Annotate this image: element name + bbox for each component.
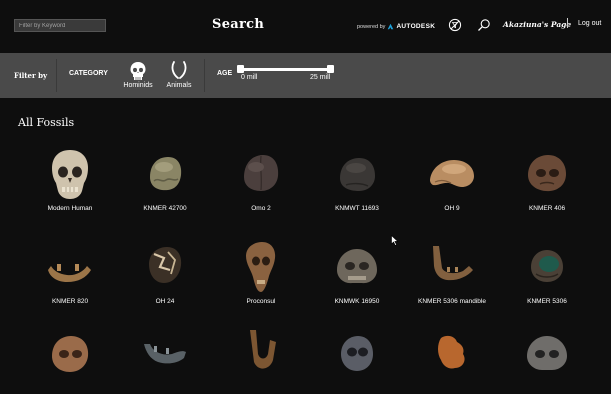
fossil-name: KNMER 5306 bbox=[527, 298, 567, 305]
powered-by-text: powered by bbox=[357, 23, 386, 30]
category-animals[interactable]: Animals bbox=[159, 61, 199, 89]
filter-off-icon[interactable] bbox=[448, 18, 462, 32]
fossil-mandible-image bbox=[144, 344, 186, 364]
user-page-link[interactable]: Akaziuna's Page bbox=[503, 20, 571, 29]
oh-9-skull-image bbox=[430, 160, 474, 187]
keyword-filter-input[interactable] bbox=[14, 19, 106, 32]
autodesk-logo-icon bbox=[388, 23, 394, 30]
oh-24-skull-image bbox=[149, 247, 182, 283]
filter-bar: Filter by CATEGORY Hominids Animals AGE … bbox=[0, 53, 611, 98]
horns-icon bbox=[171, 61, 187, 79]
category-hominids-label: Hominids bbox=[123, 82, 153, 89]
fossil-card[interactable]: KNMER 406 bbox=[507, 147, 587, 213]
fossil-name: KNMWT 11693 bbox=[335, 205, 379, 212]
fossil-skull-image bbox=[341, 336, 373, 371]
fossil-card[interactable]: KNMER 42700 bbox=[125, 147, 205, 213]
fossil-card[interactable] bbox=[412, 330, 492, 383]
fossil-card[interactable]: KNMWK 16950 bbox=[317, 240, 397, 306]
fossil-card[interactable]: KNMWT 11693 bbox=[317, 147, 397, 213]
knmer-820-mandible-image bbox=[48, 264, 91, 282]
fossil-name: KNMER 406 bbox=[528, 205, 566, 212]
age-max-handle[interactable] bbox=[327, 65, 334, 73]
filter-divider bbox=[204, 59, 205, 92]
fossil-card[interactable]: Proconsul bbox=[221, 240, 301, 306]
proconsul-skull-image bbox=[246, 242, 276, 292]
fossil-skull-image bbox=[527, 336, 567, 370]
age-range-slider[interactable] bbox=[239, 68, 332, 71]
fossil-skull-image bbox=[52, 336, 89, 372]
fossil-card[interactable] bbox=[317, 330, 397, 383]
fossil-card[interactable]: OH 24 bbox=[125, 240, 205, 306]
fossil-card[interactable]: KNMER 5306 bbox=[507, 240, 587, 306]
fossil-name: OH 24 bbox=[155, 298, 175, 305]
knmwt-11693-skull-image bbox=[340, 158, 375, 191]
fossil-card[interactable] bbox=[30, 330, 110, 383]
fossil-name: KNMWK 16950 bbox=[334, 298, 380, 305]
knmer-5306-skull-image bbox=[531, 250, 563, 282]
fossil-name: Modern Human bbox=[47, 205, 93, 212]
knmer-5306-mandible-image bbox=[433, 246, 473, 281]
fossil-card[interactable]: Omo 2 bbox=[221, 147, 301, 213]
section-title: All Fossils bbox=[18, 116, 75, 129]
filter-by-label: Filter by bbox=[14, 71, 48, 80]
top-header: Search powered by AUTODESK Akaziuna's Pa… bbox=[0, 0, 611, 53]
category-hominids[interactable]: Hominids bbox=[118, 61, 158, 89]
knmer-42700-skull-image bbox=[150, 157, 182, 191]
fossil-name: Omo 2 bbox=[251, 205, 271, 212]
fossil-card[interactable]: KNMER 5306 mandible bbox=[412, 240, 492, 306]
filter-divider bbox=[56, 59, 57, 92]
fossil-name: Proconsul bbox=[246, 298, 276, 305]
age-label: AGE bbox=[217, 70, 233, 77]
fossil-card[interactable]: KNMER 820 bbox=[30, 240, 110, 306]
brand-name: AUTODESK bbox=[396, 23, 436, 30]
fossil-card[interactable] bbox=[507, 330, 587, 383]
fossil-name: OH 9 bbox=[444, 205, 460, 212]
fossil-name: KNMER 42700 bbox=[143, 205, 187, 212]
fossil-card[interactable]: OH 9 bbox=[412, 147, 492, 213]
omo-2-skull-image bbox=[244, 155, 279, 191]
powered-by-autodesk[interactable]: powered by AUTODESK bbox=[357, 23, 435, 30]
page-title: Search bbox=[212, 17, 265, 32]
fossil-name: KNMER 5306 mandible bbox=[418, 298, 486, 305]
fossil-card[interactable]: Modern Human bbox=[30, 147, 110, 213]
fossil-mandible-image bbox=[250, 330, 276, 369]
age-max-value: 25 mill bbox=[310, 74, 331, 81]
knmwk-16950-skull-image bbox=[337, 249, 377, 284]
fossil-bone-image bbox=[438, 335, 465, 369]
fossil-card[interactable] bbox=[221, 330, 301, 383]
skull-icon bbox=[130, 62, 146, 80]
fossil-card[interactable] bbox=[125, 330, 205, 383]
category-label: CATEGORY bbox=[69, 70, 108, 77]
category-animals-label: Animals bbox=[166, 82, 192, 89]
search-icon[interactable] bbox=[477, 18, 491, 32]
header-divider bbox=[567, 18, 568, 28]
age-min-handle[interactable] bbox=[237, 65, 244, 73]
age-min-value: 0 mill bbox=[241, 74, 258, 81]
mouse-cursor-icon bbox=[391, 235, 399, 246]
fossil-name: KNMER 820 bbox=[51, 298, 89, 305]
knmer-406-skull-image bbox=[528, 155, 566, 192]
logout-link[interactable]: Log out bbox=[578, 20, 601, 27]
modern-human-skull-image bbox=[52, 150, 88, 199]
